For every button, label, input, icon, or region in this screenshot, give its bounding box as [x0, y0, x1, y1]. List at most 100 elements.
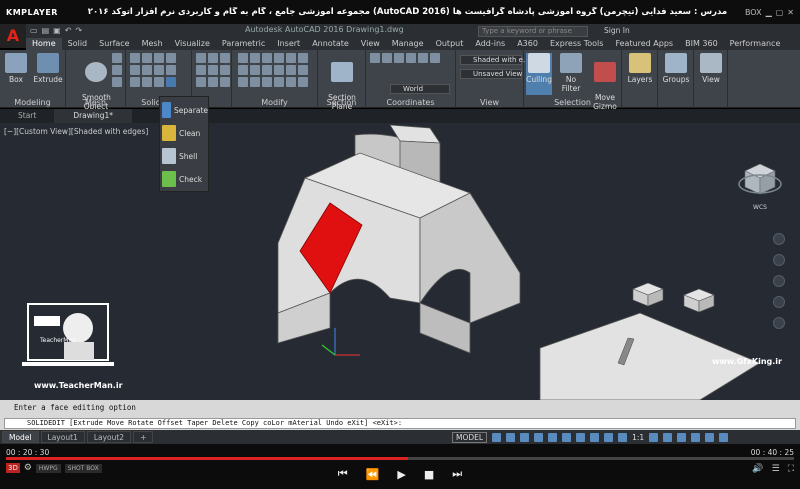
undo-icon[interactable]: ↶: [65, 26, 72, 35]
ucs-icon[interactable]: [418, 53, 428, 63]
playlist-icon[interactable]: ☰: [772, 464, 780, 474]
panel-label-view[interactable]: View: [456, 98, 523, 107]
polar-icon[interactable]: [534, 433, 544, 442]
mesh-tool-icon[interactable]: [112, 65, 122, 75]
ribbon-tab-express-tools[interactable]: Express Tools: [544, 38, 610, 50]
layers-button[interactable]: Layers: [626, 53, 654, 84]
small-cube-2[interactable]: [683, 288, 715, 313]
check-menu-item[interactable]: Check: [162, 168, 208, 190]
small-cube-1[interactable]: [632, 282, 664, 307]
redo-icon[interactable]: ↷: [75, 26, 82, 35]
align-icon[interactable]: [262, 77, 272, 87]
culling-button[interactable]: Culling: [526, 53, 552, 95]
spline-icon[interactable]: [220, 77, 230, 87]
extrude-button[interactable]: Extrude: [32, 53, 64, 84]
annotation-monitor-icon[interactable]: [663, 433, 673, 442]
separate-menu-item[interactable]: Separate: [162, 99, 208, 121]
ucs-icon[interactable]: [382, 53, 392, 63]
offset-icon[interactable]: [298, 53, 308, 63]
shell-menu-item[interactable]: Shell: [162, 145, 208, 167]
no-filter-button[interactable]: No Filter: [556, 53, 586, 93]
box-button[interactable]: Box: [4, 53, 28, 84]
erase-icon[interactable]: [238, 77, 248, 87]
hatch-icon[interactable]: [196, 77, 206, 87]
ribbon-tab-add-ins[interactable]: Add-ins: [469, 38, 511, 50]
named-view-dropdown[interactable]: Unsaved View: [460, 69, 522, 79]
layout-tab-layout1[interactable]: Layout1: [40, 431, 85, 443]
interfere-icon[interactable]: [166, 53, 176, 63]
scale-icon[interactable]: [262, 53, 272, 63]
file-tab-start[interactable]: Start: [0, 109, 56, 123]
circle-icon[interactable]: [220, 53, 230, 63]
selection-cycling-icon[interactable]: [604, 433, 614, 442]
grid-icon[interactable]: [492, 433, 502, 442]
ribbon-tab-surface[interactable]: Surface: [93, 38, 135, 50]
volume-icon[interactable]: 🔊: [752, 464, 763, 474]
new-icon[interactable]: ▭: [30, 26, 38, 35]
ucs-dropdown[interactable]: World: [390, 84, 450, 94]
panel-label-modify[interactable]: Modify: [232, 98, 317, 107]
copy-icon[interactable]: [238, 65, 248, 75]
separate-icon[interactable]: [166, 77, 176, 87]
minimize-icon[interactable]: ▁: [766, 8, 772, 17]
region-icon[interactable]: [208, 77, 218, 87]
previous-icon[interactable]: ⏮: [338, 467, 348, 481]
intersect-icon[interactable]: [154, 53, 164, 63]
ucs-icon[interactable]: [370, 53, 380, 63]
ribbon-tab-featured-apps[interactable]: Featured Apps: [609, 38, 679, 50]
showmotion-icon[interactable]: [773, 317, 785, 329]
stretch-icon[interactable]: [250, 65, 260, 75]
ribbon-tab-visualize[interactable]: Visualize: [169, 38, 216, 50]
ribbon-tab-annotate[interactable]: Annotate: [306, 38, 355, 50]
ribbon-tab-mesh[interactable]: Mesh: [136, 38, 169, 50]
transparency-icon[interactable]: [590, 433, 600, 442]
union-icon[interactable]: [130, 53, 140, 63]
3drotate-icon[interactable]: [286, 77, 296, 87]
autocad-app-menu-button[interactable]: A: [0, 24, 26, 48]
close-icon[interactable]: ✕: [787, 8, 794, 17]
fillet-icon[interactable]: [286, 65, 296, 75]
extract-edges-icon[interactable]: [154, 65, 164, 75]
ribbon-tab-bim-360[interactable]: BIM 360: [679, 38, 724, 50]
visual-style-dropdown[interactable]: Shaded with e...: [460, 55, 530, 65]
ucs-icon[interactable]: [406, 53, 416, 63]
zoom-icon[interactable]: [773, 275, 785, 287]
file-tab-drawing1[interactable]: Drawing1*: [55, 109, 133, 123]
3dmove-icon[interactable]: [274, 77, 284, 87]
line-icon[interactable]: [196, 53, 206, 63]
layout-tab-model[interactable]: Model: [2, 431, 39, 443]
mesh-tool-icon[interactable]: [112, 53, 122, 63]
pan-icon[interactable]: [773, 254, 785, 266]
full-navigation-wheel-icon[interactable]: [773, 233, 785, 245]
sign-in-button[interactable]: Sign In: [604, 26, 630, 35]
offset-edge-icon[interactable]: [154, 77, 164, 87]
polygon-icon[interactable]: [220, 65, 230, 75]
clean-screen-icon[interactable]: [705, 433, 715, 442]
chamfer-icon[interactable]: [298, 65, 308, 75]
clean-menu-item[interactable]: Clean: [162, 122, 208, 144]
stop-icon[interactable]: ■: [424, 468, 434, 481]
scale-label[interactable]: 1:1: [632, 433, 644, 442]
ribbon-tab-parametric[interactable]: Parametric: [216, 38, 271, 50]
ribbon-tab-solid[interactable]: Solid: [62, 38, 94, 50]
ribbon-tab-performance[interactable]: Performance: [724, 38, 787, 50]
snap-icon[interactable]: [506, 433, 516, 442]
play-icon[interactable]: ▶: [397, 468, 405, 481]
groups-button[interactable]: Groups: [660, 53, 692, 84]
imprint-icon[interactable]: [166, 65, 176, 75]
mesh-tool-icon[interactable]: [112, 77, 122, 87]
lineweight-icon[interactable]: [576, 433, 586, 442]
ribbon-tab-insert[interactable]: Insert: [271, 38, 306, 50]
ortho-icon[interactable]: [520, 433, 530, 442]
wcs-label[interactable]: WCS: [753, 204, 767, 211]
rotate-icon[interactable]: [250, 53, 260, 63]
panel-label-section[interactable]: Section: [318, 98, 365, 107]
seek-bar[interactable]: [6, 457, 794, 460]
model-space-toggle[interactable]: MODEL: [452, 432, 488, 443]
arc-icon[interactable]: [196, 65, 206, 75]
rectangle-icon[interactable]: [208, 65, 218, 75]
next-icon[interactable]: ⏭: [452, 467, 462, 481]
search-input[interactable]: Type a keyword or phrase: [478, 26, 588, 37]
ucs-icon[interactable]: [394, 53, 404, 63]
chamfer-edge-icon[interactable]: [142, 77, 152, 87]
